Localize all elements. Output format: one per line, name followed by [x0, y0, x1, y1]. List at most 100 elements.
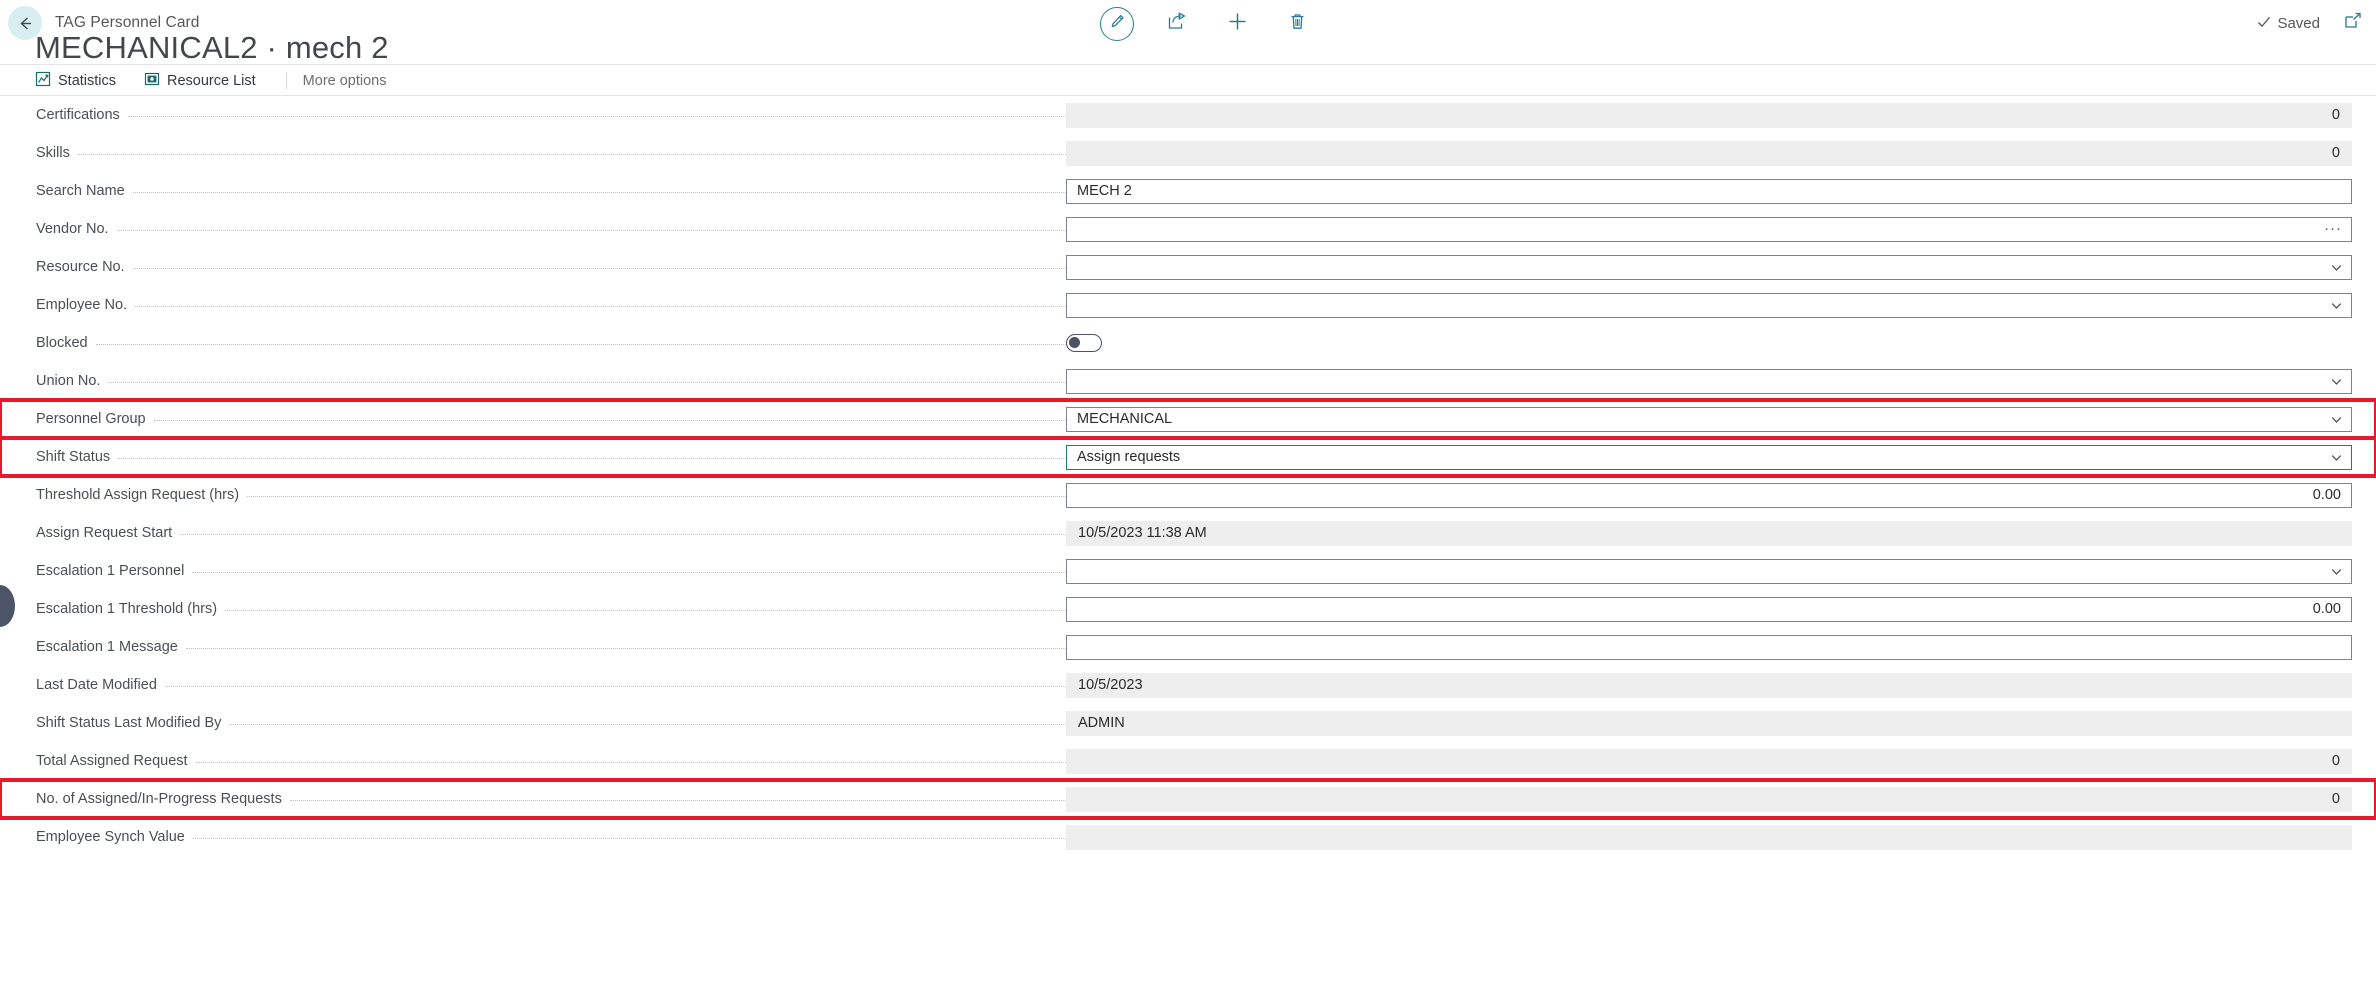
field-value[interactable]: MECH 2	[1066, 178, 2352, 204]
chevron-down-icon[interactable]	[2329, 260, 2343, 274]
field-value[interactable]: ···	[1066, 216, 2352, 242]
field-value[interactable]: 0.00	[1066, 596, 2352, 622]
field-value-text: 0.00	[2312, 601, 2341, 617]
field-label-wrap: Escalation 1 Personnel	[36, 552, 1066, 590]
field-label-wrap: Threshold Assign Request (hrs)	[36, 476, 1066, 514]
field-value[interactable]	[1066, 254, 2352, 280]
field-label-wrap: Blocked	[36, 324, 1066, 362]
field-value[interactable]: MECHANICAL	[1066, 406, 2352, 432]
field-value[interactable]	[1066, 558, 2352, 584]
field-label: Total Assigned Request	[36, 753, 196, 769]
label-leader-dots	[132, 192, 1066, 193]
field-row: Shift Status Last Modified By ADMIN	[0, 704, 2376, 742]
field-label-wrap: Search Name	[36, 172, 1066, 210]
field-row: Last Date Modified 10/5/2023	[0, 666, 2376, 704]
label-leader-dots	[164, 686, 1066, 687]
field-value: 0	[1066, 748, 2352, 774]
field-value-text: 0	[2331, 753, 2340, 769]
top-right-status-area: Saved	[2256, 0, 2366, 47]
field-value: ADMIN	[1066, 710, 2352, 736]
checkmark-icon	[2256, 14, 2272, 34]
label-leader-dots	[192, 838, 1066, 839]
field-value[interactable]: 0.00	[1066, 482, 2352, 508]
label-leader-dots	[289, 800, 1066, 801]
new-button[interactable]	[1220, 7, 1254, 41]
field-toggle-cell[interactable]	[1066, 331, 2352, 356]
field-row: Employee No.	[0, 286, 2376, 324]
field-label-wrap: Shift Status Last Modified By	[36, 704, 1066, 742]
label-leader-dots	[108, 382, 1066, 383]
field-label: Certifications	[36, 107, 128, 123]
field-label: Resource No.	[36, 259, 133, 275]
field-row: Resource No.	[0, 248, 2376, 286]
ribbon-item-resource-list-label: Resource List	[167, 72, 256, 89]
field-value[interactable]	[1066, 368, 2352, 394]
label-leader-dots	[225, 610, 1066, 611]
share-button[interactable]	[1160, 7, 1194, 41]
field-label: Blocked	[36, 335, 96, 351]
edit-button[interactable]	[1100, 6, 1134, 41]
expand-icon	[2343, 11, 2363, 36]
field-row: Employee Synch Value	[0, 818, 2376, 856]
field-label: Threshold Assign Request (hrs)	[36, 487, 248, 503]
save-status: Saved	[2256, 14, 2320, 34]
field-value	[1066, 824, 2352, 850]
chevron-down-icon[interactable]	[2329, 298, 2343, 312]
field-label-wrap: Escalation 1 Threshold (hrs)	[36, 590, 1066, 628]
field-row: Vendor No. ···	[0, 210, 2376, 248]
label-leader-dots	[180, 534, 1066, 535]
field-label: Shift Status Last Modified By	[36, 715, 230, 731]
field-row: Shift Status Assign requests	[0, 436, 2376, 478]
field-label: Employee No.	[36, 297, 136, 313]
ribbon-item-statistics[interactable]: Statistics	[35, 71, 130, 91]
label-leader-dots	[192, 572, 1066, 573]
field-label-wrap: Skills	[36, 134, 1066, 172]
field-label: Assign Request Start	[36, 525, 181, 541]
field-value: 0	[1066, 140, 2352, 166]
ribbon-item-resource-list[interactable]: Resource List	[144, 71, 270, 91]
save-status-label: Saved	[2277, 15, 2320, 32]
label-leader-dots	[132, 268, 1066, 269]
label-leader-dots	[185, 648, 1066, 649]
field-value: 0	[1066, 786, 2352, 812]
delete-button[interactable]	[1280, 7, 1314, 41]
field-value[interactable]	[1066, 292, 2352, 318]
field-label: Escalation 1 Personnel	[36, 563, 193, 579]
field-label-wrap: Last Date Modified	[36, 666, 1066, 704]
field-label: Last Date Modified	[36, 677, 165, 693]
back-arrow-icon	[16, 14, 35, 33]
field-value[interactable]: Assign requests	[1066, 444, 2352, 470]
field-row: Personnel Group MECHANICAL	[0, 398, 2376, 440]
label-leader-dots	[153, 420, 1066, 421]
field-value-text: 0.00	[2312, 487, 2341, 503]
assist-edit-ellipsis-icon[interactable]: ···	[2324, 221, 2342, 236]
field-value: 10/5/2023 11:38 AM	[1066, 520, 2352, 546]
chevron-down-icon[interactable]	[2329, 450, 2343, 464]
label-leader-dots	[135, 306, 1066, 307]
more-options-button[interactable]: More options	[303, 73, 387, 89]
field-row: Blocked	[0, 324, 2376, 362]
field-row: Union No.	[0, 362, 2376, 400]
field-row: Threshold Assign Request (hrs) 0.00	[0, 476, 2376, 514]
label-leader-dots	[77, 154, 1066, 155]
chevron-down-icon[interactable]	[2329, 374, 2343, 388]
label-leader-dots	[118, 458, 1066, 459]
field-label: Escalation 1 Threshold (hrs)	[36, 601, 226, 617]
label-leader-dots	[95, 344, 1066, 345]
label-leader-dots	[116, 230, 1066, 231]
chevron-down-icon[interactable]	[2329, 412, 2343, 426]
blocked-toggle[interactable]	[1066, 334, 1102, 352]
delete-trash-icon	[1288, 12, 1307, 36]
field-value[interactable]	[1066, 634, 2352, 660]
field-label: Employee Synch Value	[36, 829, 193, 845]
field-value-text: Assign requests	[1077, 449, 1181, 465]
label-leader-dots	[229, 724, 1066, 725]
chevron-down-icon[interactable]	[2329, 564, 2343, 578]
field-label: Union No.	[36, 373, 109, 389]
open-in-new-window-button[interactable]	[2340, 11, 2366, 37]
field-value-text: 0	[2331, 107, 2340, 123]
field-label-wrap: Employee Synch Value	[36, 818, 1066, 856]
field-row: Total Assigned Request 0	[0, 742, 2376, 780]
ribbon-separator	[285, 72, 287, 89]
field-row: Skills 0	[0, 134, 2376, 172]
